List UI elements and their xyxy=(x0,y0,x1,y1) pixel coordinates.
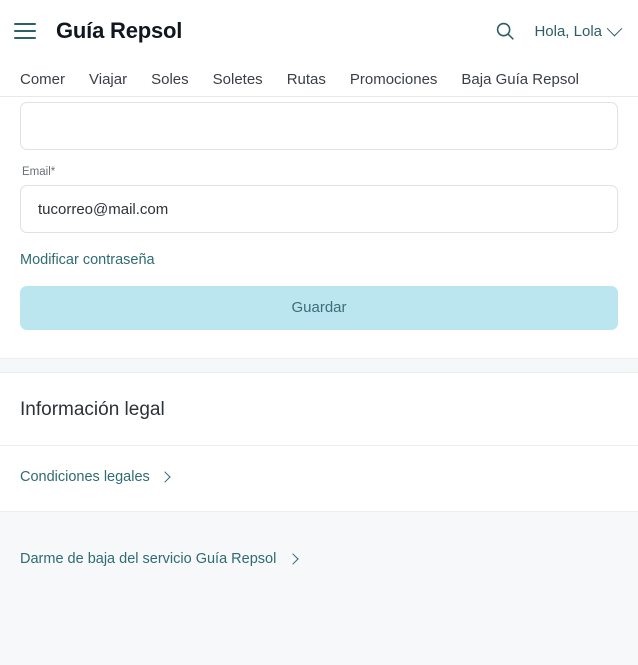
legal-conditions-label: Condiciones legales xyxy=(20,469,150,485)
legal-section-title: Información legal xyxy=(20,399,165,420)
nav-item-soletes[interactable]: Soletes xyxy=(213,71,263,88)
unsubscribe-label: Darme de baja del servicio Guía Repsol xyxy=(20,551,277,567)
nav-item-rutas[interactable]: Rutas xyxy=(287,71,326,88)
legal-conditions-link[interactable]: Condiciones legales xyxy=(20,469,171,485)
user-greeting-label: Hola, Lola xyxy=(534,22,602,40)
save-button[interactable]: Guardar xyxy=(20,286,618,330)
chevron-right-icon xyxy=(159,471,171,483)
hamburger-bar xyxy=(14,37,36,39)
hamburger-bar xyxy=(14,30,36,32)
chevron-right-icon xyxy=(287,553,299,565)
name-input[interactable] xyxy=(20,102,618,150)
hamburger-bar xyxy=(14,23,36,25)
hamburger-menu-icon[interactable] xyxy=(14,19,38,43)
chevron-down-icon xyxy=(606,20,623,36)
user-account-menu[interactable]: Hola, Lola xyxy=(534,20,623,40)
account-form: Email* Modificar contraseña Guardar xyxy=(0,97,638,358)
email-field-label: Email* xyxy=(22,166,56,178)
nav-item-baja-guia-repsol[interactable]: Baja Guía Repsol xyxy=(461,71,579,88)
header-actions: Hola, Lola xyxy=(494,20,623,42)
legal-conditions-row[interactable]: Condiciones legales xyxy=(0,446,638,511)
nav-item-promociones[interactable]: Promociones xyxy=(350,71,438,88)
unsubscribe-link[interactable]: Darme de baja del servicio Guía Repsol xyxy=(20,551,299,567)
email-input[interactable] xyxy=(20,185,618,233)
main-navigation: Comer Viajar Soles Soletes Rutas Promoci… xyxy=(0,62,638,97)
site-header: Guía Repsol Hola, Lola xyxy=(0,0,638,62)
modify-password-link[interactable]: Modificar contraseña xyxy=(20,252,155,268)
legal-information-section: Información legal Condiciones legales xyxy=(0,373,638,511)
nav-item-viajar[interactable]: Viajar xyxy=(89,71,127,88)
search-icon[interactable] xyxy=(494,20,516,42)
unsubscribe-section: Darme de baja del servicio Guía Repsol xyxy=(0,511,638,665)
app-root: Guía Repsol Hola, Lola Comer Viajar Sole… xyxy=(0,0,638,665)
nav-item-soles[interactable]: Soles xyxy=(151,71,189,88)
site-logo[interactable]: Guía Repsol xyxy=(56,18,182,44)
section-separator xyxy=(0,358,638,373)
nav-item-comer[interactable]: Comer xyxy=(20,71,65,88)
